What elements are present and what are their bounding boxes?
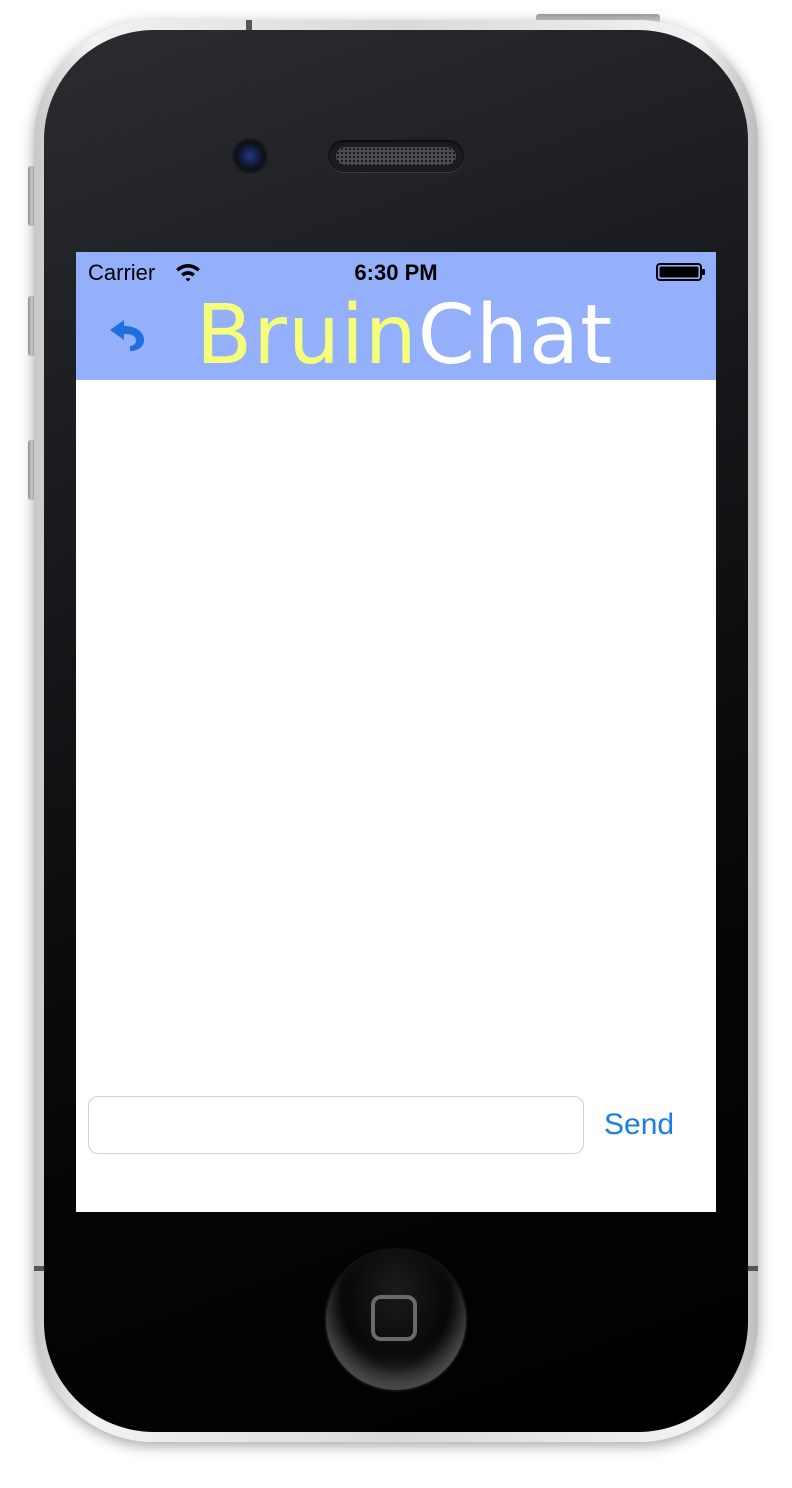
undo-arrow-icon[interactable] bbox=[102, 312, 150, 352]
status-time: 6:30 PM bbox=[354, 260, 438, 285]
message-list[interactable] bbox=[76, 380, 716, 1080]
home-button[interactable] bbox=[326, 1250, 466, 1390]
simulator-window: Carrier 6:30 PM BruinChat Send bbox=[0, 0, 792, 1488]
app-title-bruin: Bruin bbox=[196, 288, 418, 383]
app-title-chat: Chat bbox=[417, 288, 614, 383]
send-button[interactable]: Send bbox=[604, 1108, 674, 1142]
front-camera bbox=[232, 138, 268, 174]
home-square-icon bbox=[371, 1295, 417, 1341]
navigation-bar: BruinChat bbox=[76, 292, 716, 380]
app-title: BruinChat bbox=[196, 292, 613, 380]
message-input[interactable] bbox=[88, 1096, 584, 1154]
app-screen: Carrier 6:30 PM BruinChat Send bbox=[76, 252, 716, 1212]
status-bar: Carrier 6:30 PM bbox=[76, 252, 716, 292]
battery-full-icon bbox=[656, 263, 705, 281]
earpiece-speaker bbox=[328, 140, 464, 172]
speaker-grill bbox=[336, 147, 456, 165]
